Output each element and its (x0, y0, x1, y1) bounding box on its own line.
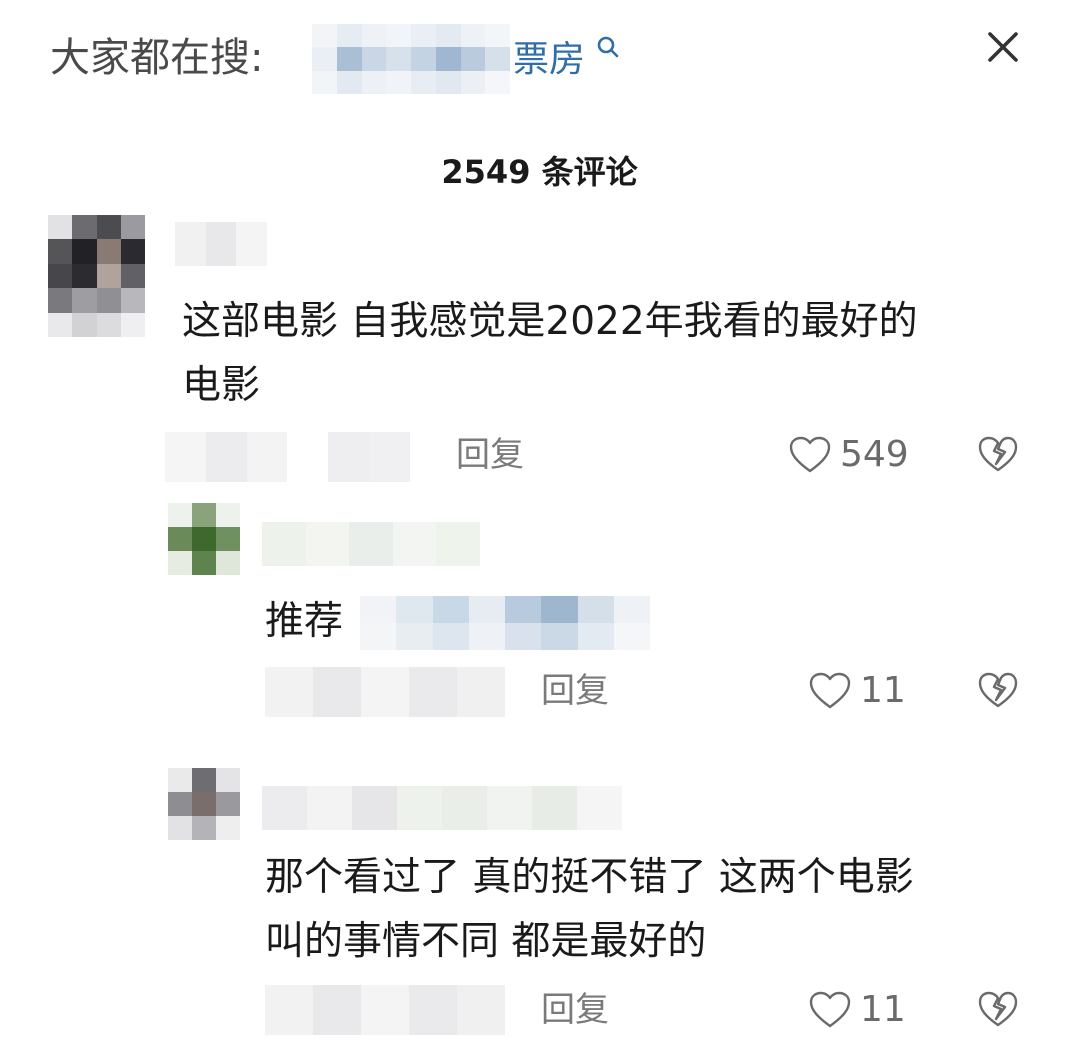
comment-text-line: 推荐 (265, 599, 344, 644)
like-count: 11 (860, 989, 906, 1030)
comment-text-blurred (360, 596, 650, 650)
search-hint-label: 大家都在搜: (50, 35, 264, 81)
comment-count: 2549 条评论 (441, 153, 638, 191)
avatar[interactable] (48, 215, 145, 337)
comment-meta-blurred (265, 985, 505, 1035)
avatar[interactable] (168, 503, 240, 575)
like-button[interactable]: 11 (808, 666, 906, 716)
close-icon[interactable] (978, 22, 1028, 72)
reply-button[interactable]: 回复 (456, 430, 524, 480)
heart-icon (809, 991, 851, 1028)
comment-text-line: 叫的事情不同 都是最好的 (265, 919, 707, 964)
search-icon[interactable] (595, 34, 621, 60)
comment-text-line: 电影 (182, 363, 261, 408)
search-keyword-blurred[interactable] (312, 24, 510, 94)
heart-icon (789, 436, 831, 473)
broken-heart-icon[interactable] (977, 670, 1019, 710)
username-blurred[interactable] (175, 222, 267, 266)
broken-heart-icon[interactable] (977, 989, 1019, 1029)
username-blurred[interactable] (262, 522, 480, 566)
like-count: 11 (860, 670, 906, 711)
like-count: 549 (840, 434, 909, 475)
like-button[interactable]: 11 (808, 985, 906, 1035)
search-keyword-suffix[interactable]: 票房 (513, 32, 585, 88)
username-blurred[interactable] (262, 786, 622, 830)
heart-icon (809, 672, 851, 709)
comment-text-line: 那个看过了 真的挺不错了 这两个电影 (265, 855, 914, 900)
comment-meta-blurred (165, 432, 410, 482)
comment-meta-blurred (265, 667, 505, 717)
comment-text-line: 这部电影 自我感觉是2022年我看的最好的 (182, 299, 918, 344)
like-button[interactable]: 549 (788, 430, 909, 480)
reply-button[interactable]: 回复 (541, 666, 609, 716)
avatar[interactable] (168, 768, 240, 840)
broken-heart-icon[interactable] (977, 434, 1019, 474)
reply-button[interactable]: 回复 (541, 985, 609, 1035)
